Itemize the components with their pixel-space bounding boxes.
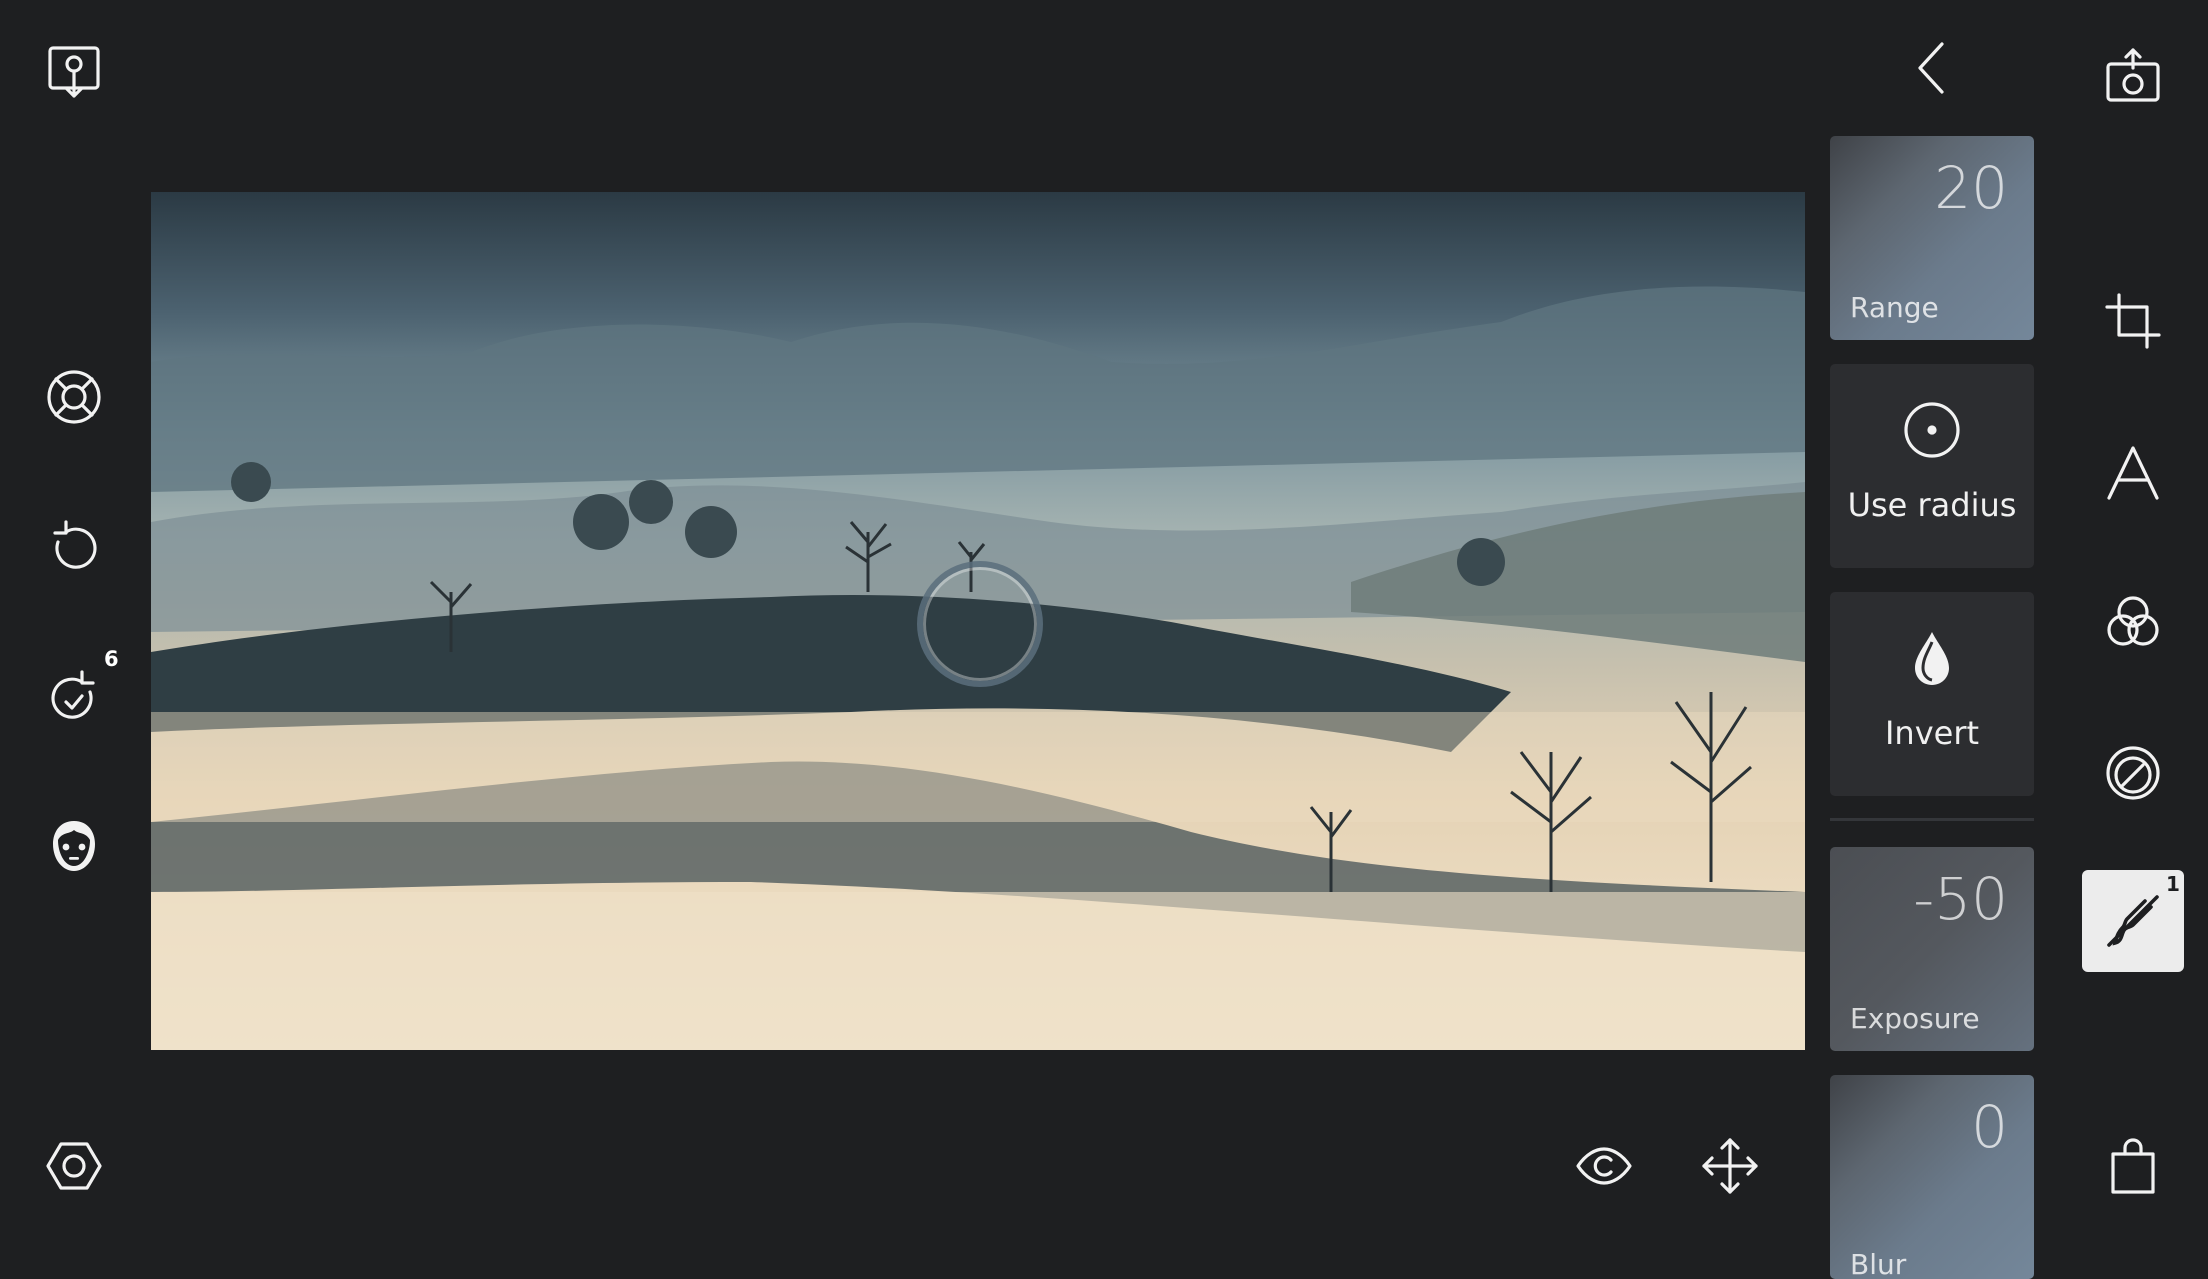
- eye-icon: [1576, 1147, 1632, 1185]
- exposure-value: -50: [1913, 865, 2008, 933]
- import-photo-button[interactable]: [34, 32, 114, 112]
- invert-label: Invert: [1884, 714, 1980, 752]
- blur-value: 0: [1971, 1093, 2008, 1161]
- lifebuoy-icon: [47, 370, 101, 424]
- brush-tool-button[interactable]: 1: [2082, 870, 2184, 972]
- blur-slider-tile[interactable]: 0 Blur: [1830, 1075, 2034, 1279]
- droplet-icon: [1902, 628, 1962, 688]
- face-button[interactable]: [34, 806, 114, 886]
- redo-icon: [51, 670, 95, 719]
- store-button[interactable]: [2093, 1126, 2173, 1206]
- face-icon: [53, 821, 95, 871]
- back-button[interactable]: [1892, 28, 1972, 108]
- radius-target-icon: [1902, 400, 1962, 460]
- range-label: Range: [1850, 291, 1939, 324]
- text-icon: [2107, 446, 2159, 500]
- vignette-icon: [2106, 746, 2160, 800]
- crop-button[interactable]: [2093, 281, 2173, 361]
- export-button[interactable]: [2093, 36, 2173, 116]
- export-camera-icon: [2106, 48, 2160, 102]
- use-radius-label: Use radius: [1847, 486, 2017, 524]
- import-photo-icon: [48, 46, 100, 98]
- move-icon: [1702, 1138, 1758, 1194]
- help-button[interactable]: [34, 357, 114, 437]
- undo-button[interactable]: [34, 508, 114, 588]
- settings-icon: [46, 1142, 102, 1190]
- filters-icon: [2107, 596, 2159, 646]
- back-chevron-icon: [1918, 42, 1944, 94]
- brush-icon: [2107, 895, 2159, 947]
- range-value: 20: [1934, 154, 2008, 222]
- text-button[interactable]: [2093, 432, 2173, 512]
- range-slider-tile[interactable]: 20 Range: [1830, 136, 2034, 340]
- preview-button[interactable]: [1564, 1126, 1644, 1206]
- panel-divider: [1830, 818, 2034, 821]
- blur-label: Blur: [1850, 1248, 1907, 1279]
- shopping-bag-icon: [2111, 1138, 2155, 1194]
- use-radius-tile[interactable]: Use radius: [1830, 364, 2034, 568]
- move-button[interactable]: [1690, 1126, 1770, 1206]
- settings-button[interactable]: [34, 1126, 114, 1206]
- exposure-label: Exposure: [1850, 1002, 1980, 1035]
- filters-button[interactable]: [2093, 582, 2173, 662]
- redo-button[interactable]: [34, 658, 114, 738]
- exposure-slider-tile[interactable]: -50 Exposure: [1830, 847, 2034, 1051]
- vignette-button[interactable]: [2093, 733, 2173, 813]
- invert-tile[interactable]: Invert: [1830, 592, 2034, 796]
- radius-center-handle[interactable]: [917, 561, 1043, 687]
- undo-icon: [53, 520, 97, 569]
- crop-icon: [2105, 293, 2161, 349]
- redo-count-badge: 6: [104, 647, 119, 671]
- brush-count-badge: 1: [2166, 872, 2180, 896]
